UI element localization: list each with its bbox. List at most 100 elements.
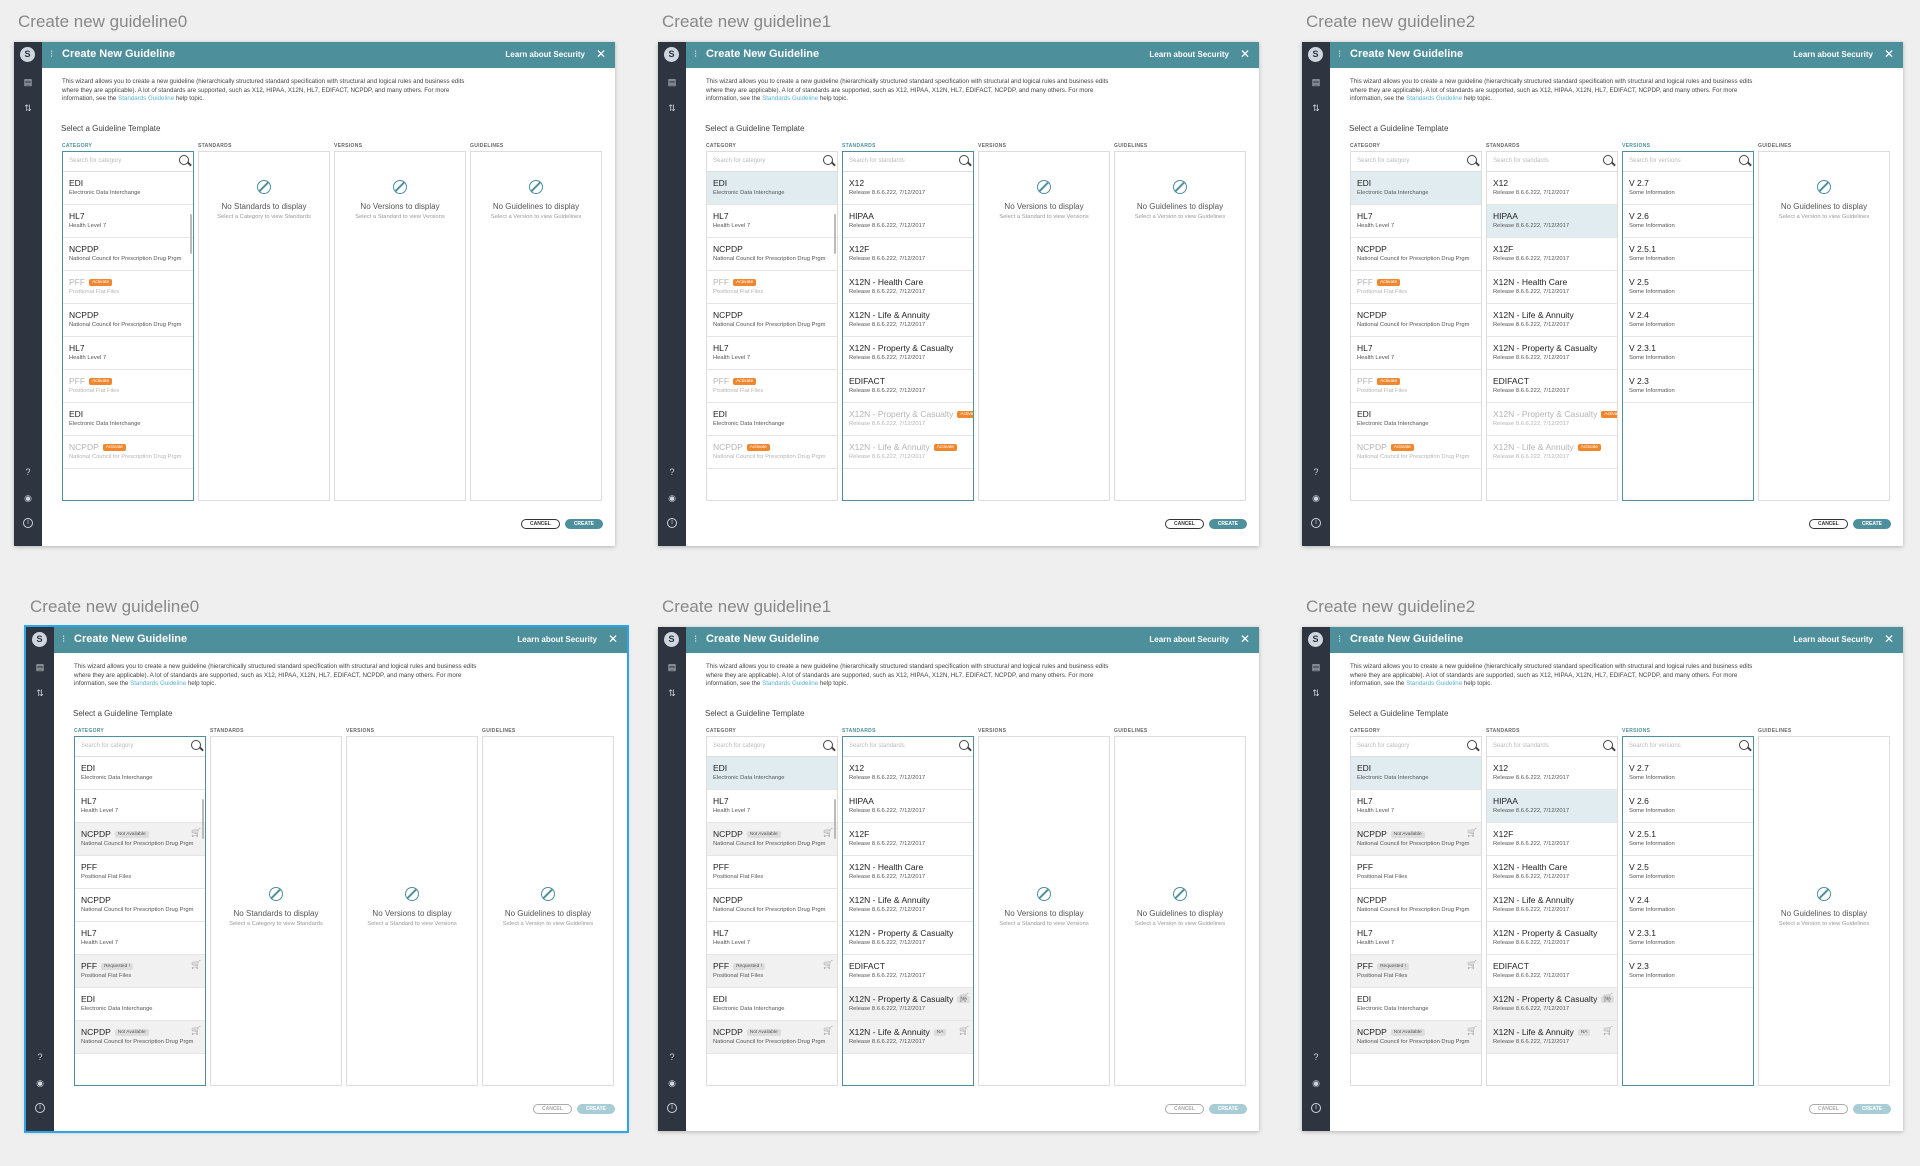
cart-icon[interactable]: 🛒 <box>823 1026 833 1035</box>
create-button[interactable]: CREATE <box>564 519 603 529</box>
cart-icon[interactable]: 🛒 <box>1603 993 1613 1002</box>
list-item[interactable]: X12N - Property & Casualty NA Release 8.6.… <box>1487 988 1617 1021</box>
scrollbar[interactable] <box>834 214 836 254</box>
list-item[interactable]: X12F Release 8.6.6.222, 7/12/2017 <box>843 823 973 856</box>
app-logo-icon[interactable]: S <box>1308 632 1323 647</box>
cancel-button[interactable]: CANCEL <box>1808 519 1848 529</box>
list-item[interactable]: X12N - Life & Annuity NA Release 8.6.6.222… <box>843 1021 973 1054</box>
status-badge[interactable]: Activate <box>102 444 126 452</box>
list-item[interactable]: X12F Release 8.6.6.222, 7/12/2017 <box>1487 823 1617 856</box>
list-item[interactable]: EDI Electronic Data Interchange <box>75 988 205 1021</box>
list-item[interactable]: V 2.4 Some Information <box>1623 889 1753 922</box>
list-item[interactable]: EDI Electronic Data Interchange <box>707 988 837 1021</box>
list-item[interactable]: X12N - Property & Casualty Release 8.6.6.… <box>1487 337 1617 370</box>
list-item[interactable]: X12N - Property & CasualtyActivate Releas… <box>843 403 973 436</box>
list-item[interactable]: NCPDP National Council for Prescription D… <box>1351 304 1481 337</box>
list-item[interactable]: HL7 Health Level 7 <box>707 205 837 238</box>
create-button[interactable]: CREATE <box>576 1104 615 1114</box>
search-input[interactable]: Search for category <box>75 737 205 757</box>
cart-icon[interactable]: 🛒 <box>959 1026 969 1035</box>
list-item[interactable]: EDI Electronic Data Interchange <box>63 172 193 205</box>
cart-icon[interactable]: 🛒 <box>959 993 969 1002</box>
list-item[interactable]: HL7 Health Level 7 <box>1351 790 1481 823</box>
list-item[interactable]: X12N - Property & Casualty NA Release 8.6.… <box>843 988 973 1021</box>
create-button[interactable]: CREATE <box>1852 519 1891 529</box>
info-icon[interactable]: i <box>667 518 677 528</box>
status-badge[interactable]: Activate <box>89 378 113 386</box>
drag-handle-icon[interactable]: ⁝ <box>50 49 53 60</box>
list-item[interactable]: V 2.7 Some Information <box>1623 172 1753 205</box>
status-badge[interactable]: Activate <box>1577 444 1601 452</box>
create-button[interactable]: CREATE <box>1208 519 1247 529</box>
folder-icon[interactable]: ▤ <box>665 661 679 673</box>
search-input[interactable]: Search for category <box>1351 152 1481 172</box>
list-item[interactable]: X12N - Life & Annuity Release 8.6.6.222, … <box>843 889 973 922</box>
search-input[interactable]: Search for standards <box>1487 152 1617 172</box>
app-logo-icon[interactable]: S <box>1308 47 1323 62</box>
search-input[interactable]: Search for versions <box>1623 737 1753 757</box>
list-item[interactable]: EDI Electronic Data Interchange <box>707 757 837 790</box>
standards-guideline-link[interactable]: Standards Guideline <box>118 95 174 102</box>
user-icon[interactable]: ◉ <box>1309 1077 1323 1089</box>
info-icon[interactable]: i <box>23 518 33 528</box>
cart-icon[interactable]: 🛒 <box>191 960 201 969</box>
list-item[interactable]: NCPDP Not Available National Council for P… <box>75 1021 205 1054</box>
list-item[interactable]: X12F Release 8.6.6.222, 7/12/2017 <box>1487 238 1617 271</box>
list-item[interactable]: HIPAA Release 8.6.6.222, 7/12/2017 <box>1487 790 1617 823</box>
cancel-button[interactable]: CANCEL <box>520 519 560 529</box>
list-item[interactable]: EDI Electronic Data Interchange <box>63 403 193 436</box>
learn-about-security-link[interactable]: Learn about Security <box>505 50 585 59</box>
list-item[interactable]: HL7 Health Level 7 <box>707 337 837 370</box>
list-item[interactable]: NCPDP Not Available National Council for P… <box>1351 823 1481 856</box>
info-icon[interactable]: i <box>1311 1103 1321 1113</box>
list-item[interactable]: EDI Electronic Data Interchange <box>707 403 837 436</box>
list-item[interactable]: PFF Activate Positional Flat Files <box>63 370 193 403</box>
search-input[interactable]: Search for standards <box>843 152 973 172</box>
search-input[interactable]: Search for standards <box>1487 737 1617 757</box>
list-item[interactable]: V 2.3 Some Information <box>1623 370 1753 403</box>
list-item[interactable]: PFF Activate Positional Flat Files <box>1351 370 1481 403</box>
list-item[interactable]: X12 Release 8.6.6.222, 7/12/2017 <box>1487 757 1617 790</box>
search-input[interactable]: Search for standards <box>843 737 973 757</box>
list-item[interactable]: V 2.4 Some Information <box>1623 304 1753 337</box>
status-badge[interactable]: Activate <box>89 279 113 287</box>
cart-icon[interactable]: 🛒 <box>1603 1026 1613 1035</box>
list-item[interactable]: V 2.5 Some Information <box>1623 271 1753 304</box>
search-input[interactable]: Search for category <box>707 152 837 172</box>
app-logo-icon[interactable]: S <box>664 632 679 647</box>
list-item[interactable]: NCPDP National Council for Prescription D… <box>63 238 193 271</box>
list-item[interactable]: HL7 Health Level 7 <box>63 205 193 238</box>
close-icon[interactable]: ✕ <box>1240 47 1250 61</box>
help-icon[interactable]: ? <box>21 466 35 478</box>
list-item[interactable]: HL7 Health Level 7 <box>75 790 205 823</box>
list-item[interactable]: X12N - Life & Annuity Release 8.6.6.222, … <box>1487 889 1617 922</box>
list-item[interactable]: NCPDP Activate National Council for Prescr… <box>63 436 193 469</box>
list-item[interactable]: PFF Positional Flat Files <box>1351 856 1481 889</box>
list-item[interactable]: HL7 Health Level 7 <box>1351 337 1481 370</box>
list-item[interactable]: EDI Electronic Data Interchange <box>707 172 837 205</box>
learn-about-security-link[interactable]: Learn about Security <box>1793 50 1873 59</box>
list-item[interactable]: PFF Positional Flat Files <box>707 856 837 889</box>
list-item[interactable]: X12N - Health Care Release 8.6.6.222, 7/1… <box>843 856 973 889</box>
list-item[interactable]: X12N - Life & Annuity Activate Release 8.6… <box>843 436 973 469</box>
standards-guideline-link[interactable]: Standards Guideline <box>1406 680 1462 687</box>
list-item[interactable]: NCPDP Not Available National Council for P… <box>75 823 205 856</box>
learn-about-security-link[interactable]: Learn about Security <box>1793 635 1873 644</box>
list-item[interactable]: NCPDP National Council for Prescription D… <box>75 889 205 922</box>
list-item[interactable]: HIPAA Release 8.6.6.222, 7/12/2017 <box>1487 205 1617 238</box>
create-button[interactable]: CREATE <box>1208 1104 1247 1114</box>
close-icon[interactable]: ✕ <box>608 632 618 646</box>
tree-icon[interactable]: ⇅ <box>665 102 679 114</box>
list-item[interactable]: X12N - Property & CasualtyActivate Releas… <box>1487 403 1617 436</box>
list-item[interactable]: X12N - Health Care Release 8.6.6.222, 7/1… <box>1487 856 1617 889</box>
list-item[interactable]: PFF Requested ! Positional Flat Files 🛒 <box>707 955 837 988</box>
list-item[interactable]: PFF Activate Positional Flat Files <box>1351 271 1481 304</box>
list-item[interactable]: V 2.5.1 Some Information <box>1623 823 1753 856</box>
standards-guideline-link[interactable]: Standards Guideline <box>762 680 818 687</box>
status-badge[interactable]: Activate <box>1377 378 1401 386</box>
folder-icon[interactable]: ▤ <box>33 661 47 673</box>
list-item[interactable]: V 2.6 Some Information <box>1623 205 1753 238</box>
standards-guideline-link[interactable]: Standards Guideline <box>130 680 186 687</box>
help-icon[interactable]: ? <box>665 466 679 478</box>
list-item[interactable]: X12N - Life & Annuity Release 8.6.6.222, … <box>1487 304 1617 337</box>
